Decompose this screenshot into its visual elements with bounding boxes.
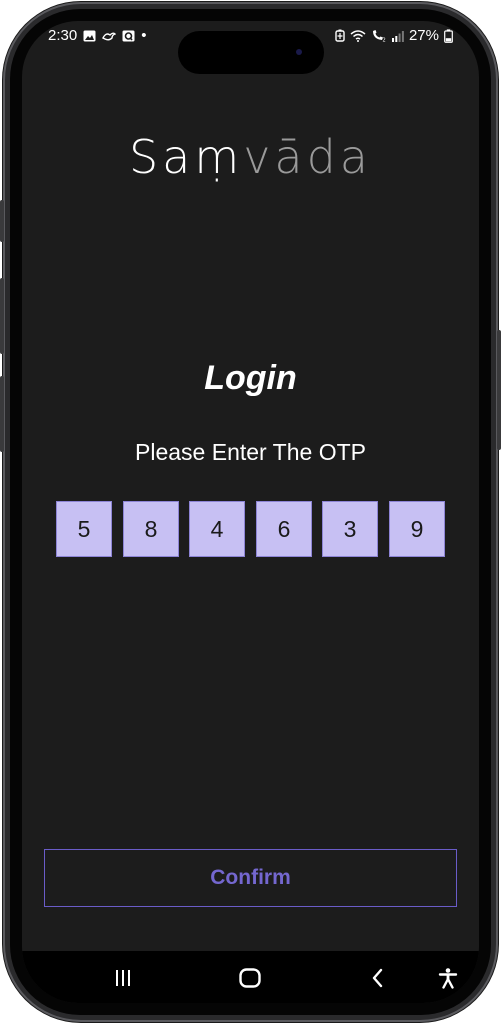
home-icon[interactable] xyxy=(235,963,265,993)
battery-saver-icon xyxy=(335,29,345,42)
otp-input-row: 5 8 4 6 3 9 xyxy=(56,501,446,557)
recent-apps-icon[interactable] xyxy=(108,963,138,993)
screen: 2:30 • 2 27% Saṃvāda Login Please Enter … xyxy=(22,21,479,1003)
status-left: 2:30 • xyxy=(48,27,146,44)
back-icon[interactable] xyxy=(363,963,393,993)
front-camera-icon xyxy=(296,49,302,55)
side-button-left-2 xyxy=(0,278,4,354)
confirm-button[interactable]: Confirm xyxy=(44,849,457,907)
battery-icon xyxy=(444,28,453,43)
dynamic-island xyxy=(178,31,324,74)
side-button-right xyxy=(497,330,501,450)
gallery-icon xyxy=(83,30,96,41)
battery-percent: 27% xyxy=(408,27,439,44)
otp-digit-3[interactable]: 4 xyxy=(189,501,245,557)
otp-digit-5[interactable]: 3 xyxy=(322,501,378,557)
otp-digit-4[interactable]: 6 xyxy=(256,501,312,557)
accessibility-icon[interactable] xyxy=(433,963,463,993)
otp-prompt: Please Enter The OTP xyxy=(135,439,366,465)
navigation-bar xyxy=(22,951,479,1003)
side-button-left-3 xyxy=(0,376,4,452)
otp-digit-2[interactable]: 8 xyxy=(123,501,179,557)
call-icon: 2 xyxy=(372,30,386,43)
side-button-left-1 xyxy=(0,200,4,242)
status-dot: • xyxy=(141,27,147,44)
q-app-icon xyxy=(122,30,135,41)
bird-icon xyxy=(102,32,117,40)
logo-part-b: vāda xyxy=(243,130,372,184)
wifi-icon xyxy=(350,29,366,42)
app-logo: Saṃvāda xyxy=(22,129,479,185)
signal-icon xyxy=(391,30,404,42)
page-title: Login xyxy=(204,359,297,397)
otp-digit-1[interactable]: 5 xyxy=(56,501,112,557)
otp-digit-6[interactable]: 9 xyxy=(389,501,445,557)
status-right: 2 27% xyxy=(335,27,453,44)
status-time: 2:30 xyxy=(48,27,78,44)
logo-part-a: Saṃ xyxy=(128,130,244,184)
svg-text:2: 2 xyxy=(382,38,385,43)
